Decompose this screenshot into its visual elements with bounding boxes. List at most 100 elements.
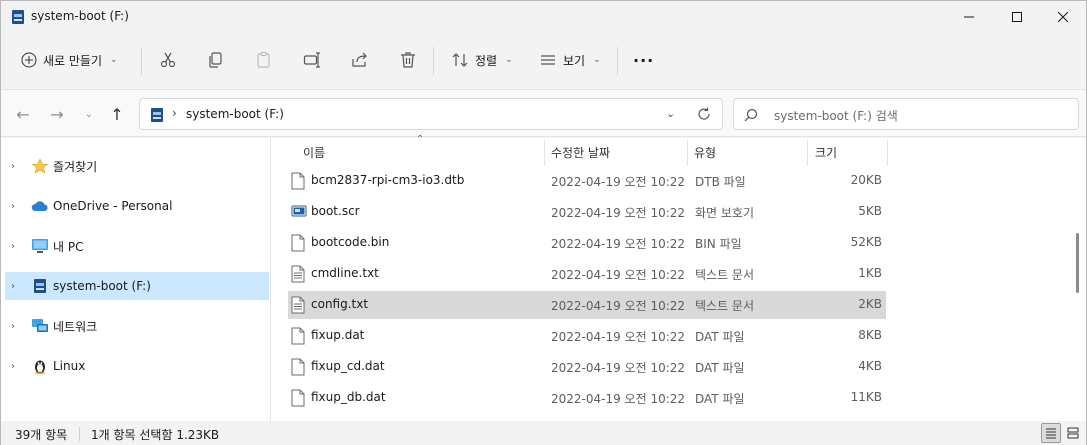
breadcrumb-location[interactable]: system-boot (F:)	[186, 107, 284, 121]
more-options-button[interactable]: ···	[633, 45, 654, 75]
back-button[interactable]: ←	[13, 104, 33, 124]
file-row[interactable]: cmdline.txt 2022-04-19 오전 10:22 텍스트 문서 1…	[288, 260, 886, 288]
column-divider[interactable]	[544, 140, 545, 166]
minimize-button[interactable]	[946, 1, 992, 33]
file-row[interactable]: bootcode.bin 2022-04-19 오전 10:22 BIN 파일 …	[288, 229, 886, 257]
sidebar-item-linux[interactable]: › Linux	[5, 352, 269, 380]
tiles-view-button[interactable]	[1063, 423, 1083, 443]
sidebar-item-favorites[interactable]: › 즐겨찾기	[5, 152, 269, 180]
new-button[interactable]: 새로 만들기 ⌄	[21, 45, 118, 75]
file-row[interactable]: fixup_cd.dat 2022-04-19 오전 10:22 DAT 파일 …	[288, 353, 886, 381]
column-divider[interactable]	[687, 140, 688, 166]
navigation-pane: › 즐겨찾기 › OneDrive - Personal › 내 PC › sy…	[1, 138, 271, 421]
file-row[interactable]: fixup_db.dat 2022-04-19 오전 10:22 DAT 파일 …	[288, 384, 886, 412]
trash-icon	[401, 52, 415, 68]
column-header-date[interactable]: 수정한 날짜	[551, 138, 610, 166]
up-button[interactable]: ↑	[107, 104, 127, 124]
recent-locations-button[interactable]: ⌄	[79, 104, 99, 124]
details-view-button[interactable]	[1041, 423, 1061, 443]
drive-icon	[34, 279, 46, 293]
network-icon	[32, 319, 48, 332]
close-button[interactable]	[1040, 1, 1086, 33]
file-type: DAT 파일	[695, 361, 745, 375]
paste-button[interactable]	[255, 45, 273, 75]
plus-circle-icon	[21, 52, 37, 68]
address-row: ← → ⌄ ↑ › system-boot (F:) ⌄ system-boot…	[1, 89, 1086, 137]
search-box[interactable]: system-boot (F:) 검색	[733, 98, 1079, 130]
sidebar-item-label: OneDrive - Personal	[53, 199, 173, 213]
sidebar-item-onedrive[interactable]: › OneDrive - Personal	[5, 192, 269, 220]
column-divider[interactable]	[807, 140, 808, 166]
file-name: fixup_db.dat	[311, 390, 386, 404]
copy-button[interactable]	[207, 45, 225, 75]
refresh-icon[interactable]	[696, 106, 712, 122]
view-button[interactable]: 보기 ⌄	[539, 45, 601, 75]
sort-button-label: 정렬	[475, 53, 498, 68]
file-name: bootcode.bin	[311, 235, 390, 249]
sidebar-item-this-pc[interactable]: › 내 PC	[5, 232, 269, 260]
file-icon	[291, 234, 305, 252]
share-icon	[352, 52, 367, 67]
maximize-icon	[1012, 12, 1022, 22]
column-header-type[interactable]: 유형	[694, 138, 716, 166]
delete-button[interactable]	[399, 45, 417, 75]
file-date: 2022-04-19 오전 10:22	[551, 299, 686, 313]
sort-icon	[452, 53, 468, 67]
file-row[interactable]: boot.scr 2022-04-19 오전 10:22 화면 보호기 5KB	[288, 198, 886, 226]
status-bar: 39개 항목 1개 항목 선택함 1.23KB	[1, 421, 1086, 445]
file-size: 52KB	[850, 235, 882, 249]
forward-button[interactable]: →	[47, 104, 67, 124]
column-header-size[interactable]: 크기	[815, 138, 837, 166]
search-input[interactable]: system-boot (F:) 검색	[774, 107, 898, 124]
chevron-right-icon[interactable]: ›	[11, 321, 15, 332]
address-bar[interactable]: › system-boot (F:) ⌄	[139, 98, 723, 130]
address-dropdown-button[interactable]: ⌄	[666, 107, 675, 120]
screensaver-icon	[291, 205, 307, 217]
vertical-scrollbar-thumb[interactable]	[1076, 233, 1079, 293]
rename-icon	[303, 52, 320, 68]
file-name: bcm2837-rpi-cm3-io3.dtb	[311, 173, 465, 187]
sidebar-item-system-boot[interactable]: › system-boot (F:)	[5, 272, 269, 300]
column-header-label: 수정한 날짜	[551, 145, 611, 160]
details-view-icon	[1046, 428, 1056, 439]
chevron-right-icon[interactable]: ›	[11, 361, 15, 372]
chevron-right-icon[interactable]: ›	[11, 281, 15, 292]
search-icon	[744, 108, 758, 122]
selection-info: 1개 항목 선택함 1.23KB	[91, 428, 220, 442]
file-date: 2022-04-19 오전 10:22	[551, 175, 686, 189]
cut-button[interactable]	[159, 45, 177, 75]
column-header-label: 유형	[694, 145, 717, 160]
rename-button[interactable]	[303, 45, 321, 75]
file-date: 2022-04-19 오전 10:22	[551, 361, 686, 375]
toolbar-divider	[617, 47, 618, 75]
title-bar: system-boot (F:)	[1, 1, 1086, 33]
column-divider[interactable]	[887, 140, 888, 166]
file-icon	[291, 358, 305, 376]
sidebar-item-label: Linux	[53, 359, 86, 373]
close-icon	[1058, 12, 1068, 22]
sidebar-item-network[interactable]: › 네트워크	[5, 312, 269, 340]
more-icon: ···	[633, 50, 655, 70]
sidebar-item-label: 즐겨찾기	[53, 159, 98, 174]
chevron-right-icon[interactable]: ›	[11, 241, 15, 252]
drive-icon	[12, 10, 24, 24]
text-file-icon	[291, 265, 305, 283]
file-row-selected[interactable]: config.txt 2022-04-19 오전 10:22 텍스트 문서 2K…	[288, 291, 886, 319]
chevron-right-icon[interactable]: ›	[11, 201, 15, 212]
tiles-view-icon	[1067, 427, 1079, 439]
share-button[interactable]	[351, 45, 369, 75]
file-type: 텍스트 문서	[695, 299, 755, 313]
maximize-button[interactable]	[994, 1, 1040, 33]
file-explorer-window: system-boot (F:) 새로 만들기 ⌄ 정렬 ⌄ 보기 ⌄ ··· …	[0, 0, 1087, 445]
sidebar-item-label: system-boot (F:)	[53, 279, 151, 293]
chevron-down-icon: ⌄	[593, 55, 601, 65]
file-row[interactable]: fixup.dat 2022-04-19 오전 10:22 DAT 파일 8KB	[288, 322, 886, 350]
chevron-right-icon[interactable]: ›	[11, 161, 15, 172]
sort-button[interactable]: 정렬 ⌄	[451, 45, 513, 75]
file-row[interactable]: bcm2837-rpi-cm3-io3.dtb 2022-04-19 오전 10…	[288, 167, 886, 195]
file-type: DAT 파일	[695, 392, 745, 406]
sidebar-item-label: 내 PC	[53, 239, 84, 254]
star-icon	[31, 158, 49, 174]
file-date: 2022-04-19 오전 10:22	[551, 392, 686, 406]
column-header-name[interactable]: 이름	[303, 138, 325, 166]
